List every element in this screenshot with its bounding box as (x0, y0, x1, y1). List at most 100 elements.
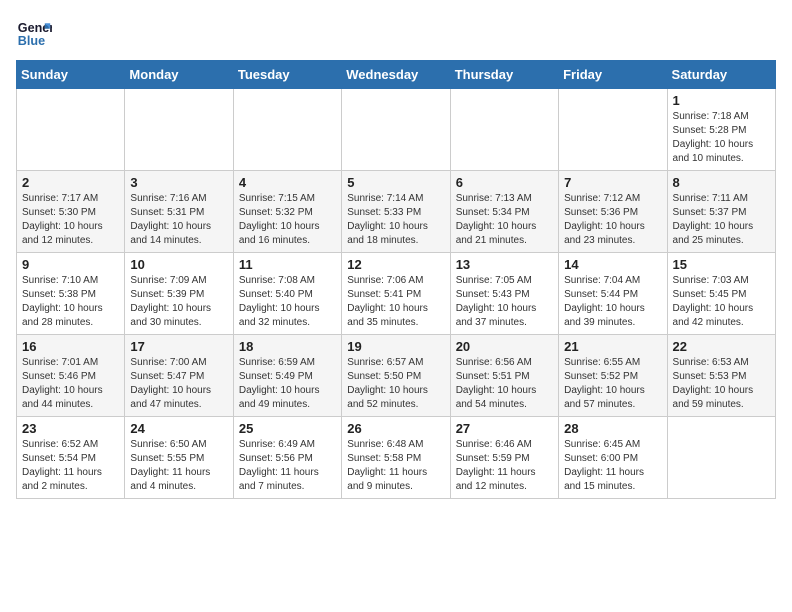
day-info: Sunrise: 6:55 AM Sunset: 5:52 PM Dayligh… (564, 356, 661, 412)
day-number: 19 (347, 339, 444, 354)
calendar-week-row: 23 Sunrise: 6:52 AM Sunset: 5:54 PM Dayli… (17, 417, 776, 499)
svg-text:Blue: Blue (18, 34, 45, 48)
calendar-table: SundayMondayTuesdayWednesdayThursdayFrid… (16, 60, 776, 499)
day-info: Sunrise: 7:05 AM Sunset: 5:43 PM Dayligh… (456, 274, 553, 330)
day-number: 4 (239, 175, 336, 190)
day-number: 9 (22, 257, 119, 272)
calendar-header-tuesday: Tuesday (233, 61, 341, 89)
day-info: Sunrise: 6:50 AM Sunset: 5:55 PM Dayligh… (130, 438, 227, 494)
day-info: Sunrise: 7:04 AM Sunset: 5:44 PM Dayligh… (564, 274, 661, 330)
day-number: 28 (564, 421, 661, 436)
calendar-cell: 15 Sunrise: 7:03 AM Sunset: 5:45 PM Dayli… (667, 253, 775, 335)
calendar-cell: 7 Sunrise: 7:12 AM Sunset: 5:36 PM Daylig… (559, 171, 667, 253)
calendar-cell (125, 89, 233, 171)
day-number: 17 (130, 339, 227, 354)
day-number: 11 (239, 257, 336, 272)
day-info: Sunrise: 7:17 AM Sunset: 5:30 PM Dayligh… (22, 192, 119, 248)
calendar-cell: 12Sunrise: 7:06 AM Sunset: 5:41 PM Dayli… (342, 253, 450, 335)
calendar-header-thursday: Thursday (450, 61, 558, 89)
day-number: 23 (22, 421, 119, 436)
day-number: 18 (239, 339, 336, 354)
day-info: Sunrise: 7:06 AM Sunset: 5:41 PM Dayligh… (347, 274, 444, 330)
calendar-cell: 11 Sunrise: 7:08 AM Sunset: 5:40 PM Dayli… (233, 253, 341, 335)
calendar-cell: 10Sunrise: 7:09 AM Sunset: 5:39 PM Dayli… (125, 253, 233, 335)
calendar-cell: 18 Sunrise: 6:59 AM Sunset: 5:49 PM Dayli… (233, 335, 341, 417)
day-info: Sunrise: 7:16 AM Sunset: 5:31 PM Dayligh… (130, 192, 227, 248)
day-info: Sunrise: 6:52 AM Sunset: 5:54 PM Dayligh… (22, 438, 119, 494)
calendar-cell: 4 Sunrise: 7:15 AM Sunset: 5:32 PM Daylig… (233, 171, 341, 253)
day-number: 7 (564, 175, 661, 190)
day-info: Sunrise: 7:12 AM Sunset: 5:36 PM Dayligh… (564, 192, 661, 248)
calendar-cell: 5 Sunrise: 7:14 AM Sunset: 5:33 PM Daylig… (342, 171, 450, 253)
day-number: 1 (673, 93, 770, 108)
calendar-cell: 9 Sunrise: 7:10 AM Sunset: 5:38 PM Daylig… (17, 253, 125, 335)
calendar-cell: 27 Sunrise: 6:46 AM Sunset: 5:59 PM Dayli… (450, 417, 558, 499)
calendar-cell (17, 89, 125, 171)
calendar-cell (450, 89, 558, 171)
day-info: Sunrise: 7:11 AM Sunset: 5:37 PM Dayligh… (673, 192, 770, 248)
day-number: 14 (564, 257, 661, 272)
logo: General Blue (16, 16, 56, 52)
day-number: 6 (456, 175, 553, 190)
day-info: Sunrise: 7:03 AM Sunset: 5:45 PM Dayligh… (673, 274, 770, 330)
day-info: Sunrise: 6:49 AM Sunset: 5:56 PM Dayligh… (239, 438, 336, 494)
calendar-cell: 19 Sunrise: 6:57 AM Sunset: 5:50 PM Dayli… (342, 335, 450, 417)
day-number: 22 (673, 339, 770, 354)
calendar-cell: 1 Sunrise: 7:18 AM Sunset: 5:28 PM Daylig… (667, 89, 775, 171)
day-info: Sunrise: 7:18 AM Sunset: 5:28 PM Dayligh… (673, 110, 770, 166)
calendar-week-row: 9 Sunrise: 7:10 AM Sunset: 5:38 PM Daylig… (17, 253, 776, 335)
day-info: Sunrise: 7:15 AM Sunset: 5:32 PM Dayligh… (239, 192, 336, 248)
calendar-cell: 14 Sunrise: 7:04 AM Sunset: 5:44 PM Dayli… (559, 253, 667, 335)
day-number: 25 (239, 421, 336, 436)
calendar-header-friday: Friday (559, 61, 667, 89)
day-info: Sunrise: 7:10 AM Sunset: 5:38 PM Dayligh… (22, 274, 119, 330)
calendar-week-row: 16 Sunrise: 7:01 AM Sunset: 5:46 PM Dayli… (17, 335, 776, 417)
logo-icon: General Blue (16, 16, 52, 52)
day-info: Sunrise: 7:09 AM Sunset: 5:39 PM Dayligh… (130, 274, 227, 330)
day-number: 8 (673, 175, 770, 190)
day-number: 24 (130, 421, 227, 436)
calendar-header-saturday: Saturday (667, 61, 775, 89)
calendar-cell: 8 Sunrise: 7:11 AM Sunset: 5:37 PM Daylig… (667, 171, 775, 253)
calendar-cell: 2Sunrise: 7:17 AM Sunset: 5:30 PM Daylig… (17, 171, 125, 253)
calendar-cell: 13Sunrise: 7:05 AM Sunset: 5:43 PM Dayli… (450, 253, 558, 335)
calendar-cell: 21 Sunrise: 6:55 AM Sunset: 5:52 PM Dayli… (559, 335, 667, 417)
day-info: Sunrise: 6:56 AM Sunset: 5:51 PM Dayligh… (456, 356, 553, 412)
day-info: Sunrise: 7:14 AM Sunset: 5:33 PM Dayligh… (347, 192, 444, 248)
calendar-cell: 26Sunrise: 6:48 AM Sunset: 5:58 PM Dayli… (342, 417, 450, 499)
day-info: Sunrise: 6:57 AM Sunset: 5:50 PM Dayligh… (347, 356, 444, 412)
calendar-header-monday: Monday (125, 61, 233, 89)
day-info: Sunrise: 7:01 AM Sunset: 5:46 PM Dayligh… (22, 356, 119, 412)
day-info: Sunrise: 7:08 AM Sunset: 5:40 PM Dayligh… (239, 274, 336, 330)
day-info: Sunrise: 6:45 AM Sunset: 6:00 PM Dayligh… (564, 438, 661, 494)
calendar-cell: 22 Sunrise: 6:53 AM Sunset: 5:53 PM Dayli… (667, 335, 775, 417)
calendar-header-sunday: Sunday (17, 61, 125, 89)
calendar-cell: 20 Sunrise: 6:56 AM Sunset: 5:51 PM Dayli… (450, 335, 558, 417)
calendar-cell: 24 Sunrise: 6:50 AM Sunset: 5:55 PM Dayli… (125, 417, 233, 499)
day-number: 21 (564, 339, 661, 354)
calendar-cell: 17Sunrise: 7:00 AM Sunset: 5:47 PM Dayli… (125, 335, 233, 417)
day-number: 5 (347, 175, 444, 190)
calendar-week-row: 2Sunrise: 7:17 AM Sunset: 5:30 PM Daylig… (17, 171, 776, 253)
day-info: Sunrise: 6:46 AM Sunset: 5:59 PM Dayligh… (456, 438, 553, 494)
day-number: 3 (130, 175, 227, 190)
calendar-cell: 28 Sunrise: 6:45 AM Sunset: 6:00 PM Dayli… (559, 417, 667, 499)
calendar-cell (342, 89, 450, 171)
calendar-cell (233, 89, 341, 171)
day-number: 15 (673, 257, 770, 272)
day-number: 16 (22, 339, 119, 354)
calendar-cell: 3 Sunrise: 7:16 AM Sunset: 5:31 PM Daylig… (125, 171, 233, 253)
calendar-header-row: SundayMondayTuesdayWednesdayThursdayFrid… (17, 61, 776, 89)
calendar-cell: 25 Sunrise: 6:49 AM Sunset: 5:56 PM Dayli… (233, 417, 341, 499)
calendar-cell: 6 Sunrise: 7:13 AM Sunset: 5:34 PM Daylig… (450, 171, 558, 253)
page-header: General Blue (16, 16, 776, 52)
day-number: 26 (347, 421, 444, 436)
calendar-cell (667, 417, 775, 499)
day-number: 27 (456, 421, 553, 436)
calendar-cell: 23 Sunrise: 6:52 AM Sunset: 5:54 PM Dayli… (17, 417, 125, 499)
day-number: 20 (456, 339, 553, 354)
day-info: Sunrise: 6:59 AM Sunset: 5:49 PM Dayligh… (239, 356, 336, 412)
day-info: Sunrise: 7:13 AM Sunset: 5:34 PM Dayligh… (456, 192, 553, 248)
day-info: Sunrise: 6:53 AM Sunset: 5:53 PM Dayligh… (673, 356, 770, 412)
calendar-cell: 16 Sunrise: 7:01 AM Sunset: 5:46 PM Dayli… (17, 335, 125, 417)
